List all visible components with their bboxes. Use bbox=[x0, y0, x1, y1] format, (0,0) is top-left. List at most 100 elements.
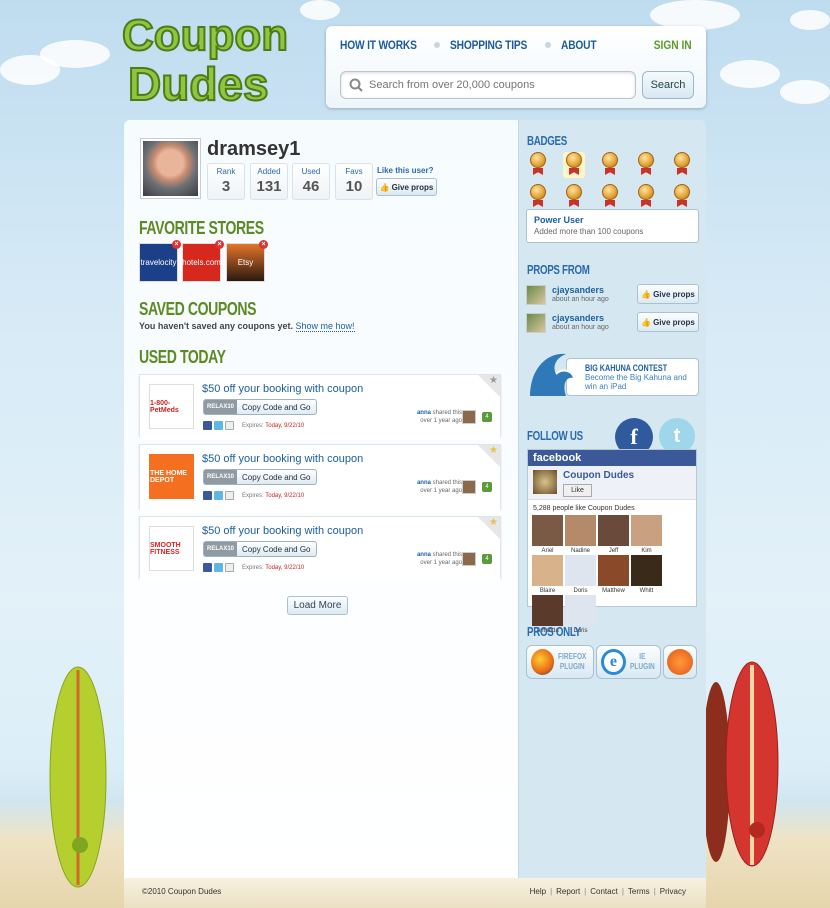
rss-button[interactable] bbox=[663, 645, 697, 679]
big-kahuna-contest-banner[interactable]: BIG KAHUNA CONTEST Become the Big Kahuna… bbox=[526, 350, 699, 398]
twitter-share-icon[interactable] bbox=[214, 563, 223, 572]
share-bar: Expires: Today, 9/22/10 bbox=[203, 421, 304, 430]
star-icon[interactable]: ★ bbox=[489, 445, 498, 456]
badge-medal-icon[interactable] bbox=[563, 152, 585, 178]
store-logo-smooth-fitness[interactable]: SMOOTH FITNESS bbox=[149, 526, 194, 571]
sharer-name[interactable]: anna bbox=[417, 480, 431, 486]
medal-icon bbox=[530, 152, 546, 168]
sharer-name[interactable]: anna bbox=[417, 410, 431, 416]
nav-how-it-works[interactable]: HOW IT WORKS bbox=[340, 38, 417, 52]
facebook-fan[interactable]: Blaire bbox=[532, 555, 563, 594]
ie-plugin-button[interactable]: e IE PLUGIN bbox=[596, 645, 661, 679]
props-user-avatar[interactable] bbox=[526, 313, 546, 333]
firefox-plugin-button[interactable]: FIREFOX PLUGIN bbox=[526, 645, 594, 679]
load-more-button[interactable]: Load More bbox=[287, 596, 348, 615]
surfboard-green bbox=[49, 666, 107, 888]
facebook-share-icon[interactable] bbox=[203, 421, 212, 430]
copy-code-button[interactable]: RELAX10 Copy Code and Go bbox=[203, 469, 317, 485]
sharer-avatar[interactable] bbox=[462, 480, 476, 494]
search-icon bbox=[349, 78, 363, 92]
coupon-title[interactable]: $50 off your booking with coupon bbox=[202, 383, 363, 395]
sharer-avatar[interactable] bbox=[462, 410, 476, 424]
facebook-fan[interactable]: Matthew bbox=[598, 555, 629, 594]
props-time: about an hour ago bbox=[552, 296, 609, 303]
props-user-avatar[interactable] bbox=[526, 285, 546, 305]
coupon-title[interactable]: $50 off your booking with coupon bbox=[202, 525, 363, 537]
badge-medal-icon[interactable] bbox=[635, 152, 657, 178]
remove-store-icon[interactable]: × bbox=[172, 240, 181, 249]
copy-code-button[interactable]: RELAX10 Copy Code and Go bbox=[203, 541, 317, 557]
sharer-name[interactable]: anna bbox=[417, 552, 431, 558]
badge-medal-icon[interactable] bbox=[527, 152, 549, 178]
facebook-fan[interactable]: Ariel bbox=[532, 515, 563, 554]
plugin-label-line1: IE bbox=[639, 652, 646, 661]
give-props-button[interactable]: 👍 Give props bbox=[637, 312, 699, 332]
badge-medal-icon[interactable] bbox=[563, 184, 585, 210]
copy-code-label: Copy Code and Go bbox=[242, 402, 311, 412]
footer-link-contact[interactable]: Contact bbox=[590, 887, 618, 896]
star-icon[interactable]: ★ bbox=[489, 517, 498, 528]
nav-about[interactable]: ABOUT bbox=[561, 38, 597, 52]
remove-store-icon[interactable]: × bbox=[215, 240, 224, 249]
badge-medal-icon[interactable] bbox=[635, 184, 657, 210]
twitter-share-icon[interactable] bbox=[214, 491, 223, 500]
store-tile-travelocity[interactable]: travelocity × bbox=[139, 240, 181, 282]
facebook-share-icon[interactable] bbox=[203, 563, 212, 572]
give-props-label: Give props bbox=[653, 289, 695, 299]
firefox-icon bbox=[531, 649, 555, 675]
medal-icon bbox=[530, 184, 546, 200]
store-logo-petmeds[interactable]: 1-800-PetMeds bbox=[149, 384, 194, 429]
badge-medal-icon[interactable] bbox=[671, 184, 693, 210]
fan-photo bbox=[598, 555, 629, 586]
facebook-page-name[interactable]: Coupon Dudes bbox=[563, 470, 634, 481]
badge-medal-icon[interactable] bbox=[599, 184, 621, 210]
footer-link-help[interactable]: Help bbox=[530, 887, 546, 896]
footer-link-terms[interactable]: Terms bbox=[628, 887, 650, 896]
twitter-share-icon[interactable] bbox=[214, 421, 223, 430]
search-input[interactable] bbox=[369, 79, 619, 91]
separator: | bbox=[621, 887, 624, 896]
facebook-like-count: 5,288 people like Coupon Dudes bbox=[533, 505, 635, 512]
store-name: travelocity bbox=[140, 258, 177, 267]
facebook-fan[interactable]: Whitt bbox=[631, 555, 662, 594]
coupon-edge bbox=[140, 577, 500, 582]
footer-link-report[interactable]: Report bbox=[556, 887, 580, 896]
footer-link-privacy[interactable]: Privacy bbox=[660, 887, 686, 896]
coupon-edge bbox=[140, 435, 500, 440]
store-logo-home-depot[interactable]: THE HOME DEPOT bbox=[149, 454, 194, 499]
coupon-title[interactable]: $50 off your booking with coupon bbox=[202, 453, 363, 465]
page-avatar[interactable] bbox=[533, 470, 557, 494]
star-icon[interactable]: ★ bbox=[489, 375, 498, 386]
email-share-icon[interactable] bbox=[225, 491, 234, 500]
give-props-button[interactable]: 👍 Give props bbox=[376, 178, 437, 196]
facebook-fan[interactable]: Jeff bbox=[598, 515, 629, 554]
copy-code-button[interactable]: RELAX10 Copy Code and Go bbox=[203, 399, 317, 415]
badge-medal-icon[interactable] bbox=[527, 184, 549, 210]
sharer-avatar[interactable] bbox=[462, 552, 476, 566]
facebook-like-button[interactable]: Like bbox=[563, 484, 592, 497]
badges-heading: BADGES bbox=[527, 133, 567, 148]
coupon-dudes-logo[interactable]: Coupon Dudes bbox=[118, 4, 288, 108]
email-share-icon[interactable] bbox=[225, 563, 234, 572]
shared-by: anna shared this over 1 year ago bbox=[417, 479, 462, 495]
sign-in-link[interactable]: SIGN IN bbox=[654, 38, 692, 52]
ie-icon: e bbox=[601, 649, 626, 675]
show-me-how-link[interactable]: Show me how! bbox=[295, 321, 355, 332]
facebook-share-icon[interactable] bbox=[203, 491, 212, 500]
facebook-fan[interactable]: Doris bbox=[565, 555, 596, 594]
remove-store-icon[interactable]: × bbox=[259, 240, 268, 249]
props-user-name[interactable]: cjaysanders bbox=[552, 285, 604, 295]
badge-medal-icon[interactable] bbox=[599, 152, 621, 178]
stat-value: 3 bbox=[221, 178, 231, 195]
give-props-button[interactable]: 👍 Give props bbox=[637, 284, 699, 304]
facebook-fan[interactable]: Kim bbox=[631, 515, 662, 554]
nav-shopping-tips[interactable]: SHOPPING TIPS bbox=[450, 38, 527, 52]
props-user-name[interactable]: cjaysanders bbox=[552, 313, 604, 323]
store-tile-hotels[interactable]: hotels.com × bbox=[182, 240, 224, 282]
store-tile-etsy[interactable]: Etsy × bbox=[226, 240, 268, 282]
facebook-fan[interactable]: Nadine bbox=[565, 515, 596, 554]
search-button[interactable]: Search bbox=[642, 71, 694, 99]
search-box[interactable] bbox=[340, 71, 636, 99]
email-share-icon[interactable] bbox=[225, 421, 234, 430]
badge-medal-icon[interactable] bbox=[671, 152, 693, 178]
